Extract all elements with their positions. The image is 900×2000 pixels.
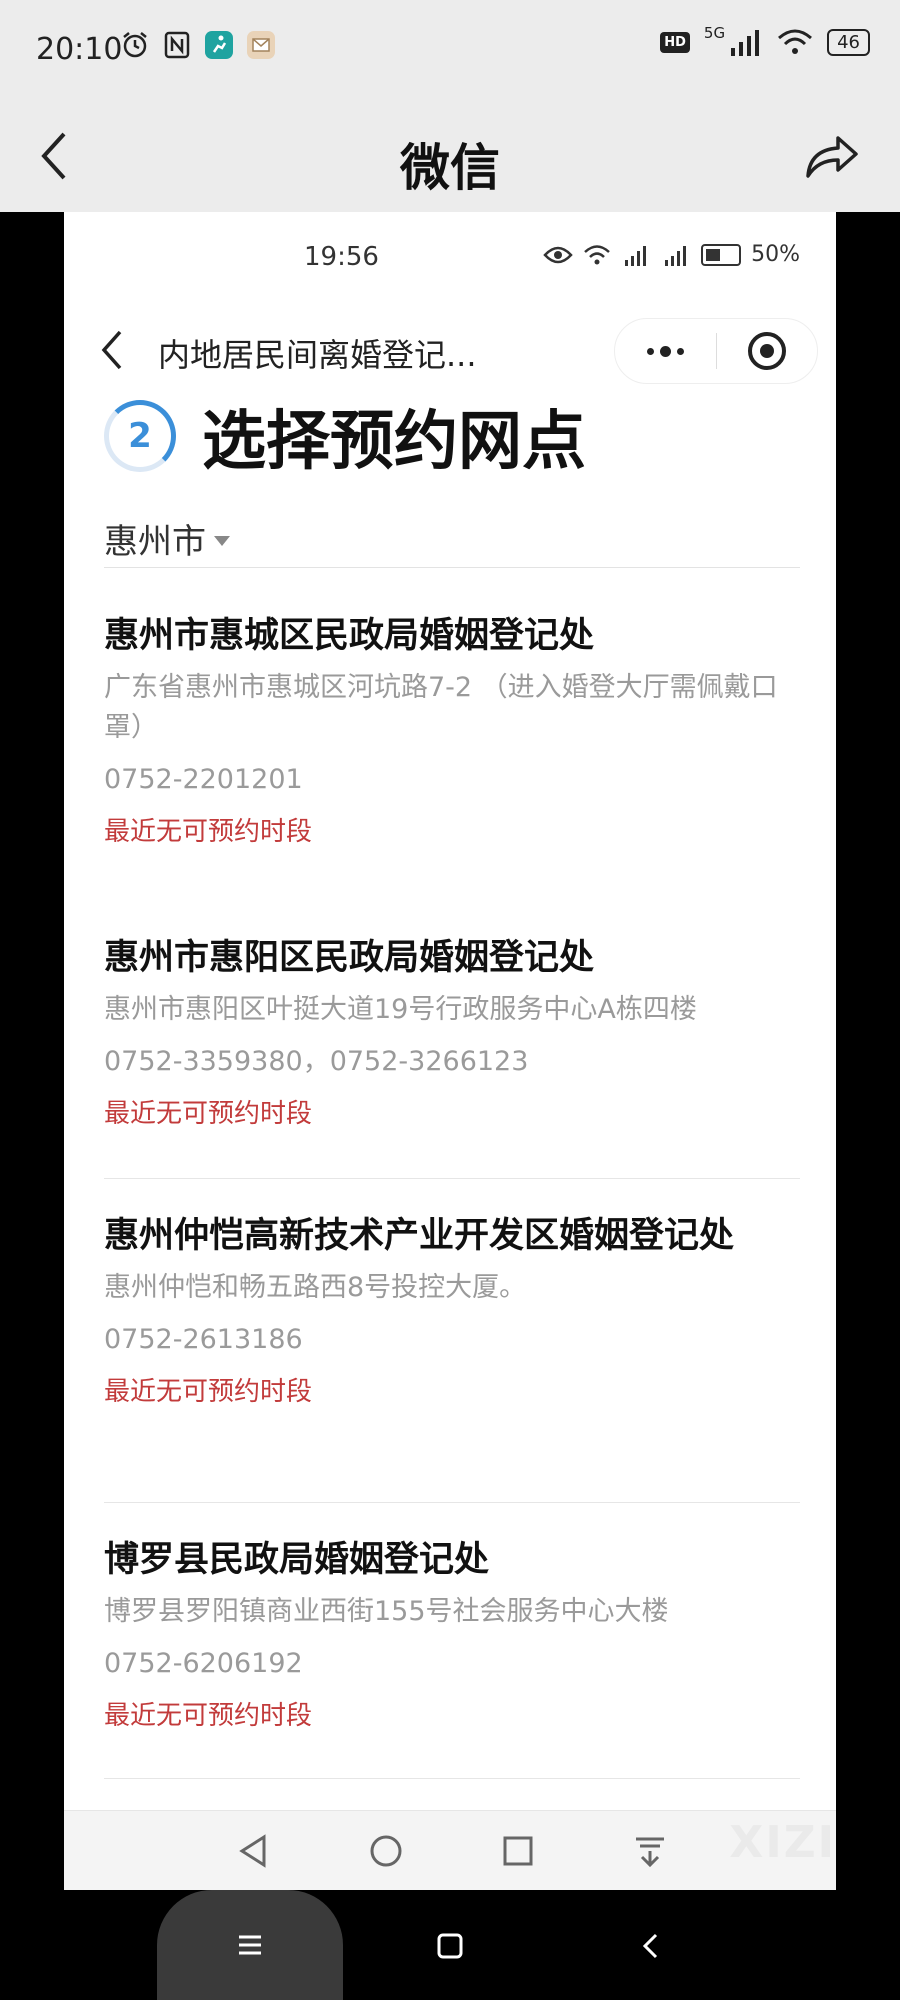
eye-icon xyxy=(543,246,573,263)
mini-program-nav: 内地居民间离婚登记... xyxy=(64,302,836,402)
back-arrow-icon[interactable] xyxy=(94,322,130,378)
menu-button[interactable] xyxy=(157,1890,343,2000)
office-availability: 最近无可预约时段 xyxy=(104,1701,313,1731)
target-close-icon xyxy=(747,332,786,370)
mini-program-capsule xyxy=(614,318,818,384)
outer-system-nav xyxy=(0,1890,900,2000)
office-item[interactable]: 惠州仲恺高新技术产业开发区婚姻登记处 惠州仲恺和畅五路西8号投控大厦。 0752… xyxy=(104,1210,804,1412)
office-phone: 0752-2613186 xyxy=(104,1324,303,1355)
nav-recents-icon[interactable] xyxy=(498,1831,538,1871)
city-label: 惠州市 xyxy=(104,522,206,562)
signal-icon xyxy=(731,30,760,56)
office-address: 惠州仲恺和畅五路西8号投控大厦。 xyxy=(104,1272,527,1303)
wifi-icon xyxy=(778,29,813,54)
step-header: 2 选择预约网点 xyxy=(104,390,586,482)
city-selector[interactable]: 惠州市 xyxy=(104,514,230,563)
outer-status-bar: 20:10 HD 5G 46 xyxy=(0,0,900,100)
office-availability: 最近无可预约时段 xyxy=(104,817,313,847)
office-availability: 最近无可预约时段 xyxy=(104,1377,313,1407)
inner-screenshot: 19:56 50% 内地居民间离婚登记... 2 选择预约网点 惠州市 惠州市惠… xyxy=(64,212,836,1890)
page-title: 微信 xyxy=(400,139,500,197)
status-time: 20:10 xyxy=(36,32,123,67)
wifi-icon xyxy=(584,244,610,264)
office-item[interactable]: 博罗县民政局婚姻登记处 博罗县罗阳镇商业西街155号社会服务中心大楼 0752-… xyxy=(104,1534,804,1736)
office-name: 惠州市惠阳区民政局婚姻登记处 xyxy=(104,938,595,978)
office-name: 博罗县民政局婚姻登记处 xyxy=(104,1540,490,1580)
nav-back-icon[interactable] xyxy=(234,1831,274,1871)
office-phone: 0752-2201201 xyxy=(104,764,303,795)
office-availability: 最近无可预约时段 xyxy=(104,1099,313,1129)
step-number-badge: 2 xyxy=(104,400,176,472)
office-address: 广东省惠州市惠城区河坑路7-2 （进入婚登大厅需佩戴口罩） xyxy=(104,672,778,743)
inner-status-icons: 50% xyxy=(543,242,800,267)
status-icons-left xyxy=(120,30,276,60)
battery-indicator: 46 xyxy=(827,28,870,56)
office-item[interactable]: 惠州市惠阳区民政局婚姻登记处 惠州市惠阳区叶挺大道19号行政服务中心A栋四楼 0… xyxy=(104,932,804,1134)
hd-icon: HD xyxy=(660,31,690,53)
inner-status-bar: 19:56 50% xyxy=(64,212,836,302)
more-dots-icon xyxy=(646,347,654,355)
nav-home-icon[interactable] xyxy=(366,1831,406,1871)
fitness-app-icon xyxy=(205,31,233,59)
battery-icon xyxy=(701,243,742,266)
inner-status-time: 19:56 xyxy=(304,242,379,272)
back-chevron-icon[interactable] xyxy=(634,1928,670,1964)
nav-notification-icon[interactable] xyxy=(630,1831,670,1871)
inner-battery-percent: 50% xyxy=(751,242,800,267)
menu-icon xyxy=(239,1935,261,1955)
watermark: XIZI xyxy=(729,1817,836,1868)
more-button[interactable] xyxy=(615,319,716,383)
mail-app-icon xyxy=(247,31,275,59)
office-address: 惠州市惠阳区叶挺大道19号行政服务中心A栋四楼 xyxy=(104,994,697,1025)
mini-program-title: 内地居民间离婚登记... xyxy=(158,336,477,374)
office-item[interactable]: 惠州市惠城区民政局婚姻登记处 广东省惠州市惠城区河坑路7-2 （进入婚登大厅需佩… xyxy=(104,610,804,852)
status-icons-right: HD 5G 46 xyxy=(660,24,870,56)
step-title: 选择预约网点 xyxy=(202,405,586,479)
share-icon[interactable] xyxy=(800,126,860,186)
caret-down-icon xyxy=(214,535,230,546)
signal-icon xyxy=(625,245,647,266)
office-address: 博罗县罗阳镇商业西街155号社会服务中心大楼 xyxy=(104,1596,669,1627)
nfc-icon xyxy=(164,31,190,59)
network-label: 5G xyxy=(703,24,726,42)
wechat-title-bar: 微信 xyxy=(0,100,900,212)
close-mini-program-button[interactable] xyxy=(717,319,818,383)
inner-system-nav xyxy=(64,1810,836,1890)
office-name: 惠州仲恺高新技术产业开发区婚姻登记处 xyxy=(104,1216,735,1256)
office-phone: 0752-6206192 xyxy=(104,1648,303,1679)
office-name: 惠州市惠城区民政局婚姻登记处 xyxy=(104,616,595,656)
alarm-icon xyxy=(123,32,147,58)
office-phone: 0752-3359380，0752-3266123 xyxy=(104,1046,529,1077)
home-square-icon[interactable] xyxy=(432,1928,468,1964)
signal-icon xyxy=(665,245,687,266)
